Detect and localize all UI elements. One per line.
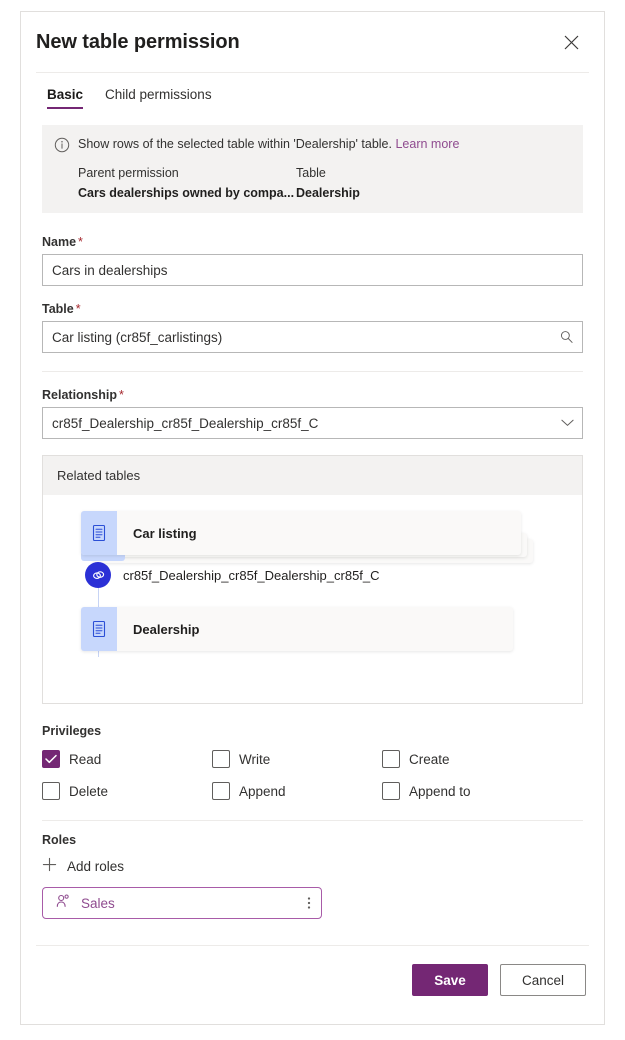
checkbox-write[interactable] <box>212 750 230 768</box>
chevron-down-icon[interactable] <box>561 419 574 428</box>
section-divider <box>42 371 583 372</box>
privileges-grid: Read Write Create Delete Append Append t… <box>42 750 583 800</box>
name-label: Name * <box>42 235 583 249</box>
table-icon <box>81 607 117 651</box>
table-icon <box>81 511 117 555</box>
more-vertical-icon[interactable] <box>307 895 311 911</box>
privilege-create[interactable]: Create <box>382 750 583 768</box>
link-icon <box>85 562 111 588</box>
privilege-read-label: Read <box>69 751 102 767</box>
related-tables-card: Related tables Car listing cr85f_Dealers… <box>42 455 583 704</box>
meta-header-parent-permission: Parent permission <box>78 166 179 180</box>
name-required-asterisk: * <box>78 235 83 249</box>
info-banner-message: Show rows of the selected table within '… <box>78 137 392 151</box>
relationship-select-wrap[interactable] <box>42 407 583 439</box>
info-banner-message-row: Show rows of the selected table within '… <box>54 136 569 158</box>
table-node-label: Dealership <box>133 621 200 637</box>
info-banner-meta: Parent permission Table Cars dealerships… <box>78 166 569 200</box>
checkbox-delete[interactable] <box>42 782 60 800</box>
table-label: Table * <box>42 302 583 316</box>
relationship-label: Relationship * <box>42 388 583 402</box>
related-tables-body: Car listing cr85f_Dealership_cr85f_Deale… <box>43 495 582 703</box>
table-node-car-listing[interactable]: Car listing <box>81 511 521 555</box>
field-relationship: Relationship * <box>42 388 583 439</box>
info-banner-text: Show rows of the selected table within '… <box>78 136 459 153</box>
roles-divider <box>42 820 583 821</box>
relationship-select[interactable] <box>43 408 582 438</box>
table-node-dealership[interactable]: Dealership <box>81 607 513 651</box>
field-table: Table * <box>42 302 583 353</box>
checkbox-append[interactable] <box>212 782 230 800</box>
name-input-wrap[interactable] <box>42 254 583 286</box>
cancel-button[interactable]: Cancel <box>500 964 586 996</box>
close-icon[interactable] <box>556 27 586 57</box>
name-input[interactable] <box>43 255 582 285</box>
table-node-label: Car listing <box>133 525 197 541</box>
person-icon <box>55 893 71 914</box>
learn-more-link[interactable]: Learn more <box>395 137 459 151</box>
info-banner: Show rows of the selected table within '… <box>42 125 583 213</box>
privilege-append-label: Append <box>239 783 286 799</box>
role-chip-label: Sales <box>81 895 115 911</box>
table-input[interactable] <box>43 322 582 352</box>
privilege-delete-label: Delete <box>69 783 109 799</box>
relationship-node[interactable]: cr85f_Dealership_cr85f_Dealership_cr85f_… <box>85 562 380 588</box>
meta-value-table: Dealership <box>296 186 360 200</box>
privilege-create-label: Create <box>409 751 450 767</box>
related-tables-header: Related tables <box>43 456 582 495</box>
tab-list: Basic Child permissions <box>21 73 604 109</box>
tab-child-permissions[interactable]: Child permissions <box>105 87 212 109</box>
search-icon[interactable] <box>559 330 574 345</box>
privilege-write[interactable]: Write <box>212 750 382 768</box>
tab-basic[interactable]: Basic <box>47 87 84 109</box>
new-table-permission-panel: New table permission Basic Child permiss… <box>20 11 605 1025</box>
name-label-text: Name <box>42 235 77 249</box>
save-button[interactable]: Save <box>412 964 488 996</box>
add-roles-button[interactable]: Add roles <box>42 857 124 875</box>
privilege-delete[interactable]: Delete <box>42 782 212 800</box>
meta-value-parent-permission: Cars dealerships owned by compa... <box>78 186 295 200</box>
privileges-label: Privileges <box>42 724 102 738</box>
panel-body: Show rows of the selected table within '… <box>21 109 604 945</box>
checkbox-create[interactable] <box>382 750 400 768</box>
table-input-wrap[interactable] <box>42 321 583 353</box>
table-required-asterisk: * <box>75 302 81 316</box>
privilege-append[interactable]: Append <box>212 782 382 800</box>
privilege-write-label: Write <box>239 751 271 767</box>
privilege-append-to-label: Append to <box>409 783 471 799</box>
privilege-append-to[interactable]: Append to <box>382 782 583 800</box>
relationship-graph: Car listing cr85f_Dealership_cr85f_Deale… <box>57 511 568 683</box>
panel-header: New table permission <box>21 12 604 72</box>
add-roles-label: Add roles <box>67 858 125 874</box>
relationship-node-label: cr85f_Dealership_cr85f_Dealership_cr85f_… <box>123 567 380 583</box>
page-title: New table permission <box>36 30 240 53</box>
relationship-required-asterisk: * <box>119 388 124 402</box>
table-label-text: Table <box>42 302 74 316</box>
panel-footer: Save Cancel <box>36 945 589 1024</box>
meta-header-table: Table <box>296 166 326 180</box>
field-name: Name * <box>42 235 583 286</box>
plus-icon <box>42 857 57 875</box>
privileges-section: Privileges Read Write Create Delete Appe… <box>42 724 583 800</box>
checkbox-read[interactable] <box>42 750 60 768</box>
roles-label: Roles <box>42 833 77 847</box>
privilege-read[interactable]: Read <box>42 750 212 768</box>
checkbox-append-to[interactable] <box>382 782 400 800</box>
relationship-label-text: Relationship <box>42 388 118 402</box>
role-chip-sales[interactable]: Sales <box>42 887 322 919</box>
roles-section: Roles Add roles Sales <box>42 833 583 919</box>
info-icon <box>54 137 70 158</box>
